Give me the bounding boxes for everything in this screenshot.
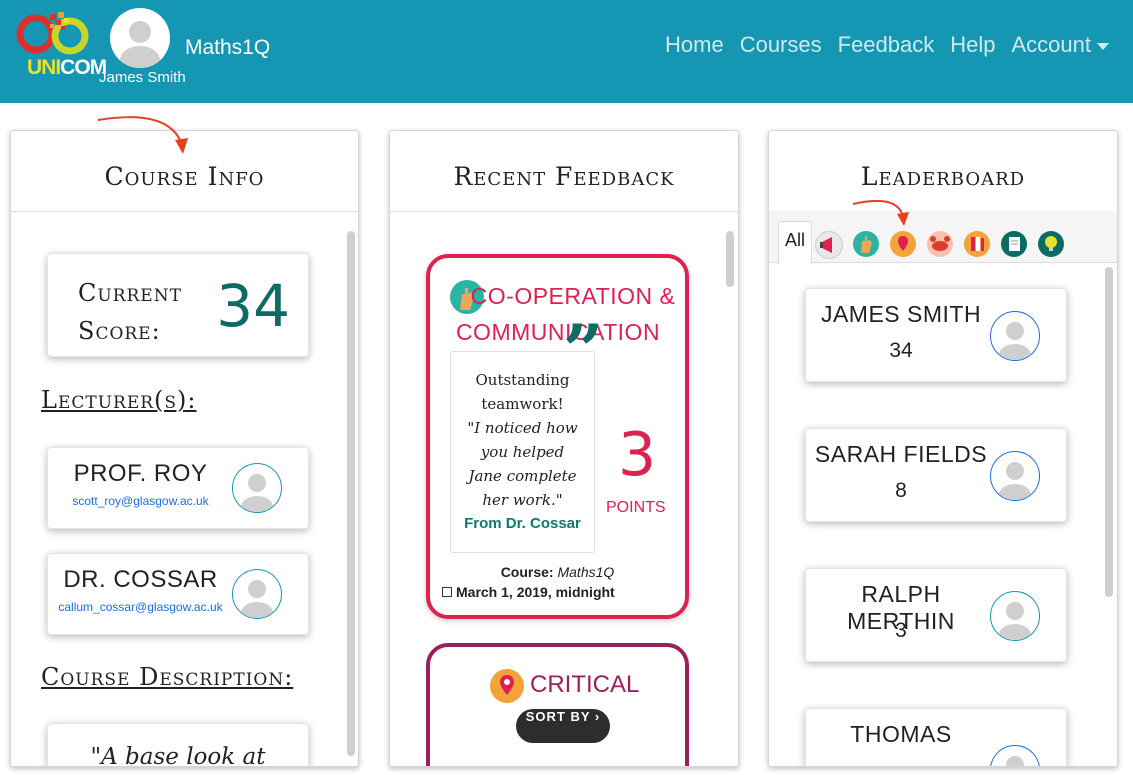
score-label: Current Score: (78, 279, 182, 345)
feedback-category: CO-OPERATION & COMMUNICATION (455, 283, 676, 345)
course-brand[interactable]: Maths1Q (185, 36, 270, 60)
leaderboard-avatar (990, 591, 1040, 641)
leaderboard-entry[interactable]: RALPH MERTHIN 3 (805, 568, 1067, 662)
lecturer-card[interactable]: PROF. ROY scott_roy@glasgow.ac.uk (47, 447, 309, 529)
leaderboard-score: 3 (895, 619, 907, 642)
leaderboard-avatar (990, 451, 1040, 501)
lightbulb-icon[interactable] (1038, 231, 1064, 257)
course-description-heading: Course Description: (41, 663, 294, 691)
leaderboard-avatar (990, 745, 1040, 766)
leaderboard-panel: Leaderboard All JAMES SMITH 34 SARAH FIE… (768, 130, 1118, 767)
leaderboard-entry[interactable]: THOMAS (805, 708, 1067, 766)
feedback-category: CRITICAL (530, 671, 640, 698)
feedback-card[interactable]: CRITICAL (426, 643, 689, 766)
lecturer-name: PROF. ROY (73, 460, 208, 487)
current-score-card: Current Score: 34 (47, 253, 309, 357)
nav-feedback-link[interactable]: Feedback (838, 32, 935, 58)
scrollbar[interactable] (726, 231, 734, 287)
leaderboard-name: THOMAS (850, 721, 952, 747)
points-label: POINTS (606, 499, 666, 516)
nav-links: Home Courses Feedback Help Account (665, 32, 1109, 58)
leaderboard-name: SARAH FIELDS (814, 441, 988, 467)
crab-icon[interactable] (927, 231, 953, 257)
chevron-down-icon (1097, 42, 1109, 50)
scrollbar[interactable] (347, 231, 355, 756)
lecturer-avatar (232, 569, 282, 619)
nav-courses-link[interactable]: Courses (740, 32, 822, 58)
leaderboard-avatar (990, 311, 1040, 361)
lecturer-name: DR. COSSAR (63, 566, 218, 593)
course-description-card: "A base look at (47, 723, 309, 767)
leaderboard-entry[interactable]: JAMES SMITH 34 (805, 288, 1067, 382)
panel-title: Recent Feedback (390, 131, 738, 212)
annotation-arrow (852, 199, 909, 226)
feedback-course: Course: Maths1Q (500, 564, 615, 580)
leaderboard-score: 8 (895, 479, 907, 502)
leaderboard-score: 34 (889, 339, 913, 362)
location-pin-icon (490, 669, 524, 703)
feedback-date: March 1, 2019, midnight (442, 584, 685, 600)
logo-text: UNICOM (27, 56, 107, 79)
megaphone-icon[interactable] (815, 231, 843, 259)
lecturer-avatar (232, 463, 282, 513)
location-pin-icon[interactable] (890, 231, 916, 257)
course-info-panel: Course Info Current Score: 34 Lecturer(s)… (10, 130, 359, 767)
top-navbar: UNICOM James Smith Maths1Q Home Courses … (0, 0, 1133, 103)
lecturers-heading: Lecturer(s): (41, 386, 197, 414)
lecturer-email[interactable]: scott_roy@glasgow.ac.uk (48, 494, 233, 508)
leaderboard-entry[interactable]: SARAH FIELDS 8 (805, 428, 1067, 522)
category-tabs: All (769, 211, 1117, 264)
feedback-points: 3 (618, 420, 657, 490)
books-icon[interactable] (964, 231, 990, 257)
annotation-arrow (97, 116, 188, 154)
course-description-text: "A base look at (90, 744, 266, 767)
nav-account-dropdown[interactable]: Account (1011, 32, 1109, 58)
scrollbar[interactable] (1105, 267, 1113, 597)
teamwork-icon[interactable] (853, 231, 879, 257)
leaderboard-name: JAMES SMITH (820, 301, 982, 327)
tab-all[interactable]: All (778, 221, 812, 264)
feedback-author: From Dr. Cossar (464, 515, 581, 532)
sort-by-button[interactable]: SORT BY › (516, 709, 610, 743)
score-value: 34 (216, 272, 290, 340)
nav-help-link[interactable]: Help (950, 32, 995, 58)
feedback-card[interactable]: CO-OPERATION & COMMUNICATION Outstanding… (426, 254, 689, 619)
lecturer-card[interactable]: DR. COSSAR callum_cossar@glasgow.ac.uk (47, 553, 309, 635)
nav-account-label: Account (1011, 32, 1092, 57)
panel-title: Leaderboard (769, 131, 1117, 212)
user-name: James Smith (99, 69, 186, 86)
lecturer-email[interactable]: callum_cossar@glasgow.ac.uk (48, 600, 233, 614)
quote-icon: ” (563, 309, 604, 392)
user-avatar[interactable] (110, 8, 170, 68)
calendar-icon (442, 587, 452, 597)
notepad-icon[interactable] (1001, 231, 1027, 257)
recent-feedback-panel: Recent Feedback CO-OPERATION & COMMUNICA… (389, 130, 739, 767)
nav-home-link[interactable]: Home (665, 32, 724, 58)
